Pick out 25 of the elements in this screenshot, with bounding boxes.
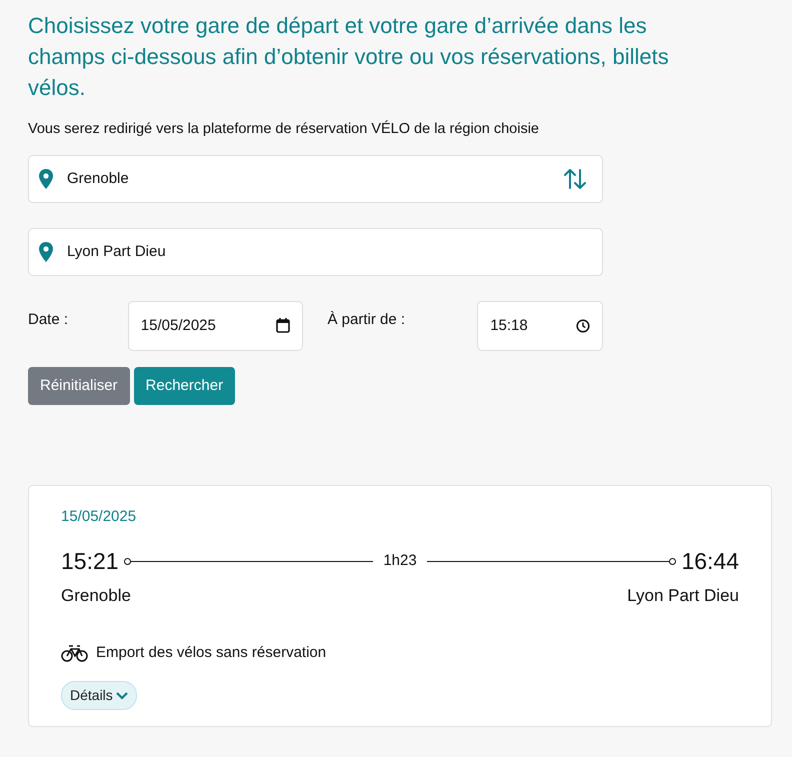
bicycle-icon bbox=[61, 645, 88, 662]
time-field[interactable]: 15:18 bbox=[477, 300, 603, 351]
location-pin-icon bbox=[39, 168, 53, 189]
date-label: Date : bbox=[28, 310, 70, 330]
station-field[interactable]: Grenoble bbox=[28, 154, 603, 203]
trip-date: 15/05/2025 bbox=[61, 506, 138, 527]
arrival-time: 16:44 bbox=[681, 547, 739, 576]
station-field[interactable]: Lyon Part Dieu bbox=[28, 228, 603, 276]
reset-button[interactable]: Réinitialiser bbox=[28, 366, 130, 405]
date-field[interactable]: 15/05/2025 bbox=[128, 300, 302, 351]
chevron-icon bbox=[116, 692, 128, 700]
swap-icon[interactable] bbox=[562, 166, 588, 191]
trip-duration: 1h23 bbox=[382, 551, 418, 572]
bike-info: Emport des vélos sans réservation bbox=[96, 643, 326, 664]
time-label: À partir de : bbox=[328, 310, 406, 330]
departure-station: Grenoble bbox=[61, 584, 131, 607]
redirect-notice: Vous serez redirigé vers la plateforme de réservation VÉLO de la région choisie bbox=[28, 119, 540, 139]
calendar-icon[interactable] bbox=[276, 318, 290, 334]
page-heading: Choisissez votre gare de départ et votre gare d’arrivée dans les champs ci-dessous afin d’obtenir votre ou vos réservations, billets vélos. bbox=[28, 12, 670, 102]
clock-icon[interactable] bbox=[576, 318, 590, 333]
arrival-station: Lyon Part Dieu bbox=[627, 584, 739, 607]
details-button[interactable]: Détails bbox=[61, 680, 137, 710]
departure-time: 15:21 bbox=[61, 547, 119, 576]
search-button[interactable]: Rechercher bbox=[134, 366, 236, 405]
location-pin-icon bbox=[39, 242, 53, 262]
